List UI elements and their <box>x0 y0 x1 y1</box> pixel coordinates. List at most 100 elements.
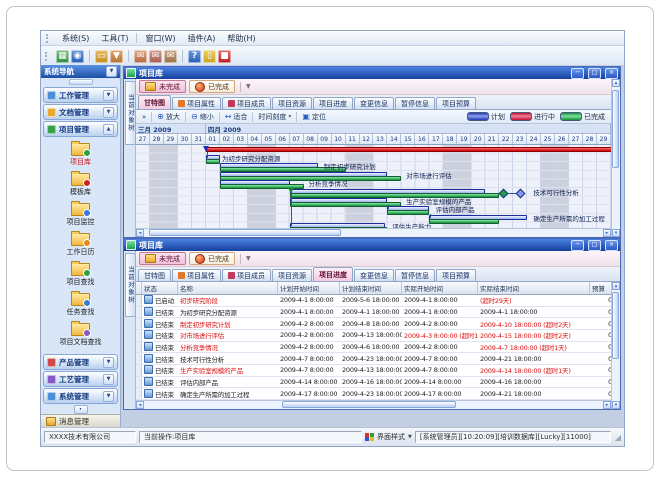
scrollbar-thumb[interactable] <box>149 229 342 236</box>
gantt-horizontal-scrollbar[interactable]: ◂ ▸ <box>136 228 611 237</box>
gantt-tool-缩小[interactable]: ⊖缩小 <box>188 112 217 122</box>
minimize-button[interactable]: ─ <box>571 68 584 79</box>
table-row[interactable]: 已启动初步研究阶段2009-4-1 8:00:002009-5-6 18:00:… <box>136 295 611 307</box>
tab-项目成员[interactable]: 项目成员 <box>222 269 271 281</box>
sidebar-item-工作日历[interactable]: 工作日历 <box>41 229 120 259</box>
sidebar-item-模板库[interactable]: 模板库 <box>41 169 120 199</box>
tab-甘特图[interactable]: 甘特图 <box>138 269 171 281</box>
tab-项目进度[interactable]: 项目进度 <box>313 267 353 281</box>
sidebar-splitter-handle[interactable] <box>41 78 120 86</box>
tab-项目资源[interactable]: 项目资源 <box>272 269 312 281</box>
window-titlebar[interactable]: 项目库 ─ □ × <box>124 239 620 251</box>
tab-current-object-tree[interactable]: 当前对象树 <box>125 253 136 317</box>
column-header-预算[interactable]: 预算 <box>590 282 611 294</box>
scroll-down-icon[interactable]: ▾ <box>612 401 620 409</box>
tab-甘特图[interactable]: 甘特图 <box>138 95 171 109</box>
table-row[interactable]: 已结束为初步研究分配资源2009-4-1 8:00:002009-4-1 18:… <box>136 307 611 319</box>
exit-icon[interactable]: ■ <box>218 50 231 63</box>
scroll-left-icon[interactable]: ◂ <box>136 229 144 237</box>
chevron-down-icon[interactable]: ▼ <box>408 434 412 440</box>
tab-项目资源[interactable]: 项目资源 <box>272 97 312 109</box>
tab-项目进度[interactable]: 项目进度 <box>313 97 353 109</box>
sidebar-item-项目查找[interactable]: 项目查找 <box>41 259 120 289</box>
toolbar-more-button[interactable]: » <box>139 113 149 121</box>
lock-icon[interactable]: ▯ <box>203 50 216 63</box>
filter-button-未完成[interactable]: 未完成 <box>139 80 186 93</box>
tab-项目属性[interactable]: 项目属性 <box>172 97 221 109</box>
tab-项目成员[interactable]: 项目成员 <box>222 97 271 109</box>
new-icon[interactable]: ▦ <box>56 50 69 63</box>
scrollbar-thumb[interactable] <box>612 90 619 168</box>
open-folder-icon[interactable]: ▭ <box>95 50 108 63</box>
resize-grip-icon[interactable]: ◢ <box>615 433 621 442</box>
summary-bar[interactable] <box>206 147 611 152</box>
sidebar-item-任务查找[interactable]: 任务查找 <box>41 289 120 319</box>
toolbar-overflow-icon[interactable]: ▼ <box>246 255 251 262</box>
sidebar-group-工艺管理[interactable]: 工艺管理▼ <box>43 371 118 387</box>
menu-item[interactable]: 窗口(W) <box>139 32 181 45</box>
tab-暂停信息[interactable]: 暂停信息 <box>395 269 435 281</box>
menu-item[interactable]: 系统(S) <box>56 32 95 45</box>
column-header-实际结束时间[interactable]: 实际结束时间 <box>478 282 590 294</box>
menu-item[interactable]: 工具(T) <box>95 32 134 45</box>
tab-current-object-tree[interactable]: 当前对象树 <box>125 81 136 145</box>
mail-open-icon[interactable]: ✉ <box>149 50 162 63</box>
table-row[interactable]: 已结束评估内部产品2009-4-14 8:00:002009-4-16 18:0… <box>136 377 611 389</box>
gantt-tool-放大[interactable]: ⊕放大 <box>154 112 183 122</box>
tab-项目预算[interactable]: 项目预算 <box>436 269 476 281</box>
column-header-名称[interactable]: 名称 <box>178 282 278 294</box>
sidebar-item-项目库[interactable]: 项目库 <box>41 139 120 169</box>
table-row[interactable]: 已结束技术可行性分析2009-4-7 8:00:002009-4-23 18:0… <box>136 353 611 365</box>
gantt-tool-时间刻度[interactable]: 时间刻度▾ <box>255 112 294 122</box>
maximize-button[interactable]: □ <box>588 240 601 251</box>
help-icon[interactable]: ? <box>188 50 201 63</box>
interface-style-label[interactable]: 界面样式 <box>377 432 405 442</box>
tab-项目预算[interactable]: 项目预算 <box>436 97 476 109</box>
gantt-vertical-scrollbar[interactable]: ▴ ▾ <box>611 79 620 237</box>
sidebar-group-产品管理[interactable]: 产品管理▼ <box>43 354 118 370</box>
column-header-计划开始时间[interactable]: 计划开始时间 <box>278 282 340 294</box>
tab-message-management[interactable]: 消息管理 <box>41 414 120 428</box>
close-button[interactable]: × <box>605 240 618 251</box>
close-button[interactable]: × <box>605 68 618 79</box>
chevron-icon[interactable]: ▼ <box>103 90 114 101</box>
import-folder-icon[interactable]: ▼ <box>110 50 123 63</box>
table-row[interactable]: 已结束制定初步研究计划2009-4-2 8:00:002009-4-8 18:0… <box>136 318 611 330</box>
tab-变更信息[interactable]: 变更信息 <box>354 269 394 281</box>
gantt-tool-适合[interactable]: ↔适合 <box>222 112 251 122</box>
globe-icon[interactable]: ◉ <box>71 50 84 63</box>
chevron-icon[interactable]: ▼ <box>103 391 114 402</box>
sidebar-item-项目监控[interactable]: 项目监控 <box>41 199 120 229</box>
chevron-icon[interactable]: ▲ <box>103 124 114 135</box>
maximize-button[interactable]: □ <box>588 68 601 79</box>
column-header-状态[interactable]: 状态 <box>142 282 178 294</box>
scroll-right-icon[interactable]: ▸ <box>603 229 611 237</box>
menu-item[interactable]: 帮助(H) <box>221 32 261 45</box>
scroll-left-icon[interactable]: ◂ <box>136 401 144 409</box>
table-row[interactable]: 已结束分析竞争情况2009-4-2 8:00:002009-4-6 18:00:… <box>136 342 611 354</box>
sidebar-item-项目文档查找[interactable]: 项目文档查找 <box>41 319 120 349</box>
table-horizontal-scrollbar[interactable]: ◂ ▸ <box>136 400 611 409</box>
filter-button-未完成[interactable]: 未完成 <box>139 252 186 265</box>
table-row[interactable]: 已结束确定生产所需的加工过程2009-4-17 8:00:002009-4-23… <box>136 388 611 400</box>
column-header-计划结束时间[interactable]: 计划结束时间 <box>340 282 402 294</box>
mail-send-icon[interactable]: ✉ <box>164 50 177 63</box>
minimize-button[interactable]: ─ <box>571 240 584 251</box>
chevron-icon[interactable]: ▼ <box>103 107 114 118</box>
toolbar-overflow-icon[interactable]: ▼ <box>246 83 251 90</box>
chevron-icon[interactable]: ▼ <box>103 374 114 385</box>
scroll-right-icon[interactable]: ▸ <box>603 401 611 409</box>
column-header-实际开始时间[interactable]: 实际开始时间 <box>402 282 478 294</box>
mail-icon[interactable]: ✉ <box>134 50 147 63</box>
table-row[interactable]: 已结束对市场进行评估2009-4-2 8:00:002009-4-13 18:0… <box>136 330 611 342</box>
sidebar-collapse-icon[interactable]: ▼ <box>106 66 117 77</box>
sidebar-group-系统管理[interactable]: 系统管理▼ <box>43 388 118 404</box>
window-titlebar[interactable]: 项目库 ─ □ × <box>124 67 620 79</box>
tab-项目属性[interactable]: 项目属性 <box>172 269 221 281</box>
gantt-tool-定位[interactable]: ▣定位 <box>299 112 329 122</box>
sidebar-group-文档管理[interactable]: 文档管理▼ <box>43 104 118 120</box>
scroll-down-icon[interactable]: ▾ <box>612 229 620 237</box>
filter-button-已完成[interactable]: 已完成 <box>189 80 235 93</box>
table-row[interactable]: 已结束生产实验室规模的产品2009-4-7 8:00:002009-4-13 1… <box>136 365 611 377</box>
table-vertical-scrollbar[interactable]: ▴ ▾ <box>611 282 620 409</box>
